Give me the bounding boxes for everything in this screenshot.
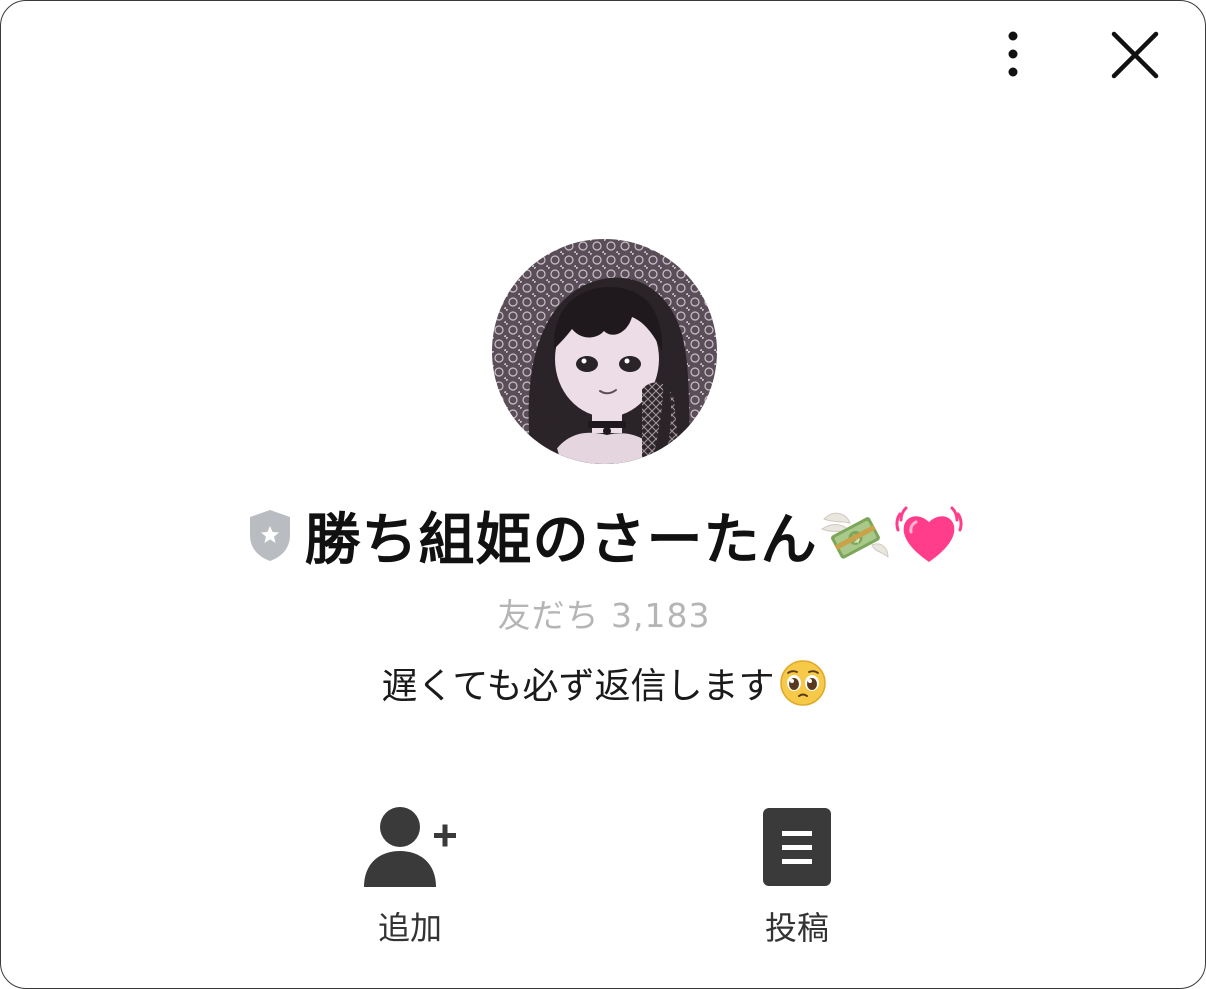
posts-button[interactable]: 投稿 [717, 797, 877, 947]
status-message: 遅くても必ず返信します [381, 666, 775, 707]
profile-popup: 勝ち組姫のさーたん $ [0, 0, 1206, 989]
profile-name-row: 勝ち組姫のさーたん $ [1, 497, 1205, 573]
avatar-illustration [492, 239, 717, 464]
beating-heart-emoji [894, 506, 963, 562]
friends-count: 友だち 3,183 [497, 596, 711, 635]
profile-avatar[interactable] [492, 239, 717, 464]
more-options-button[interactable] [993, 27, 1033, 81]
add-friend-icon [364, 807, 456, 887]
add-friend-label: 追加 [377, 909, 442, 947]
money-with-wings-emoji: $ [820, 512, 889, 559]
profile-name: 勝ち組姫のさーたん [304, 507, 818, 573]
vertical-ellipsis-icon [1008, 31, 1018, 77]
shield-star-icon [249, 510, 290, 561]
close-button[interactable] [1107, 27, 1163, 83]
pleading-face-emoji [779, 660, 826, 706]
close-x-icon [1111, 31, 1159, 79]
posts-icon [763, 808, 831, 886]
posts-label: 投稿 [764, 909, 829, 947]
status-message-row: 遅くても必ず返信します [1, 657, 1205, 709]
add-friend-button[interactable]: 追加 [330, 797, 490, 947]
